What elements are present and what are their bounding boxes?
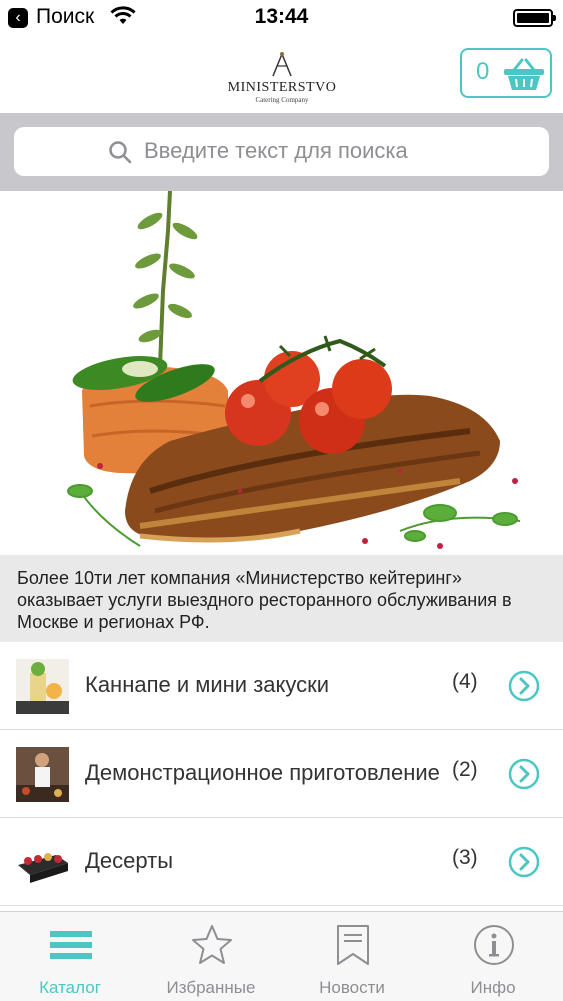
category-count: (2) [452, 758, 478, 781]
steak-dish-image [0, 191, 563, 555]
tab-news[interactable]: Новости [282, 912, 422, 1001]
category-label: Демонстрационное приготовление [85, 760, 440, 785]
info-icon [474, 925, 514, 965]
list-item[interactable]: Каннапе и мини закуски (4) [0, 642, 563, 730]
bookmark-icon [337, 925, 369, 965]
tab-favorites[interactable]: Избранные [141, 912, 281, 1001]
hero-image [0, 191, 563, 555]
tab-label: Каталог [39, 978, 101, 997]
list-item[interactable]: Десерты (3) [0, 818, 563, 906]
category-thumbnail [16, 835, 69, 890]
battery-icon [513, 9, 556, 27]
tab-bar: Каталог Избранные Новости Инфо [0, 911, 563, 1001]
tab-catalog[interactable]: Каталог [0, 912, 140, 1001]
basket-icon [504, 58, 544, 90]
tab-label: Новости [319, 978, 385, 997]
chevron-right-icon[interactable] [508, 670, 540, 702]
chevron-right-icon[interactable] [508, 758, 540, 790]
search-input[interactable] [144, 135, 534, 167]
menu-icon [50, 931, 92, 959]
category-label: Десерты [85, 848, 174, 873]
logo-subtitle: Catering Company [255, 96, 309, 104]
category-label: Каннапе и мини закуски [85, 672, 330, 697]
category-count: (3) [452, 846, 478, 869]
brand-logo: MINISTERSTVO Catering Company [221, 50, 343, 104]
tab-label: Избранные [166, 978, 256, 997]
company-description: Более 10ти лет компания «Министерство ке… [0, 555, 563, 642]
app-header: MINISTERSTVO Catering Company 0 [0, 38, 563, 113]
tab-info[interactable]: Инфо [423, 912, 563, 1001]
search-bar [0, 113, 563, 191]
star-icon [192, 925, 232, 964]
cart-count: 0 [476, 58, 490, 85]
description-text: Более 10ти лет компания «Министерство ке… [17, 568, 512, 632]
cart-button[interactable]: 0 [460, 48, 552, 98]
search-box[interactable] [14, 127, 549, 176]
category-thumbnail [16, 747, 69, 802]
logo-name: MINISTERSTVO [227, 80, 337, 95]
chevron-right-icon[interactable] [508, 846, 540, 878]
tab-label: Инфо [470, 978, 516, 997]
logo-emblem-icon [272, 52, 292, 77]
search-icon [109, 141, 132, 164]
clock: 13:44 [254, 5, 309, 28]
category-count: (4) [452, 670, 478, 693]
list-item[interactable]: Демонстрационное приготовление (2) [0, 730, 563, 818]
status-bar: ‹ Поиск 13:44 [0, 0, 563, 38]
category-thumbnail [16, 659, 69, 714]
